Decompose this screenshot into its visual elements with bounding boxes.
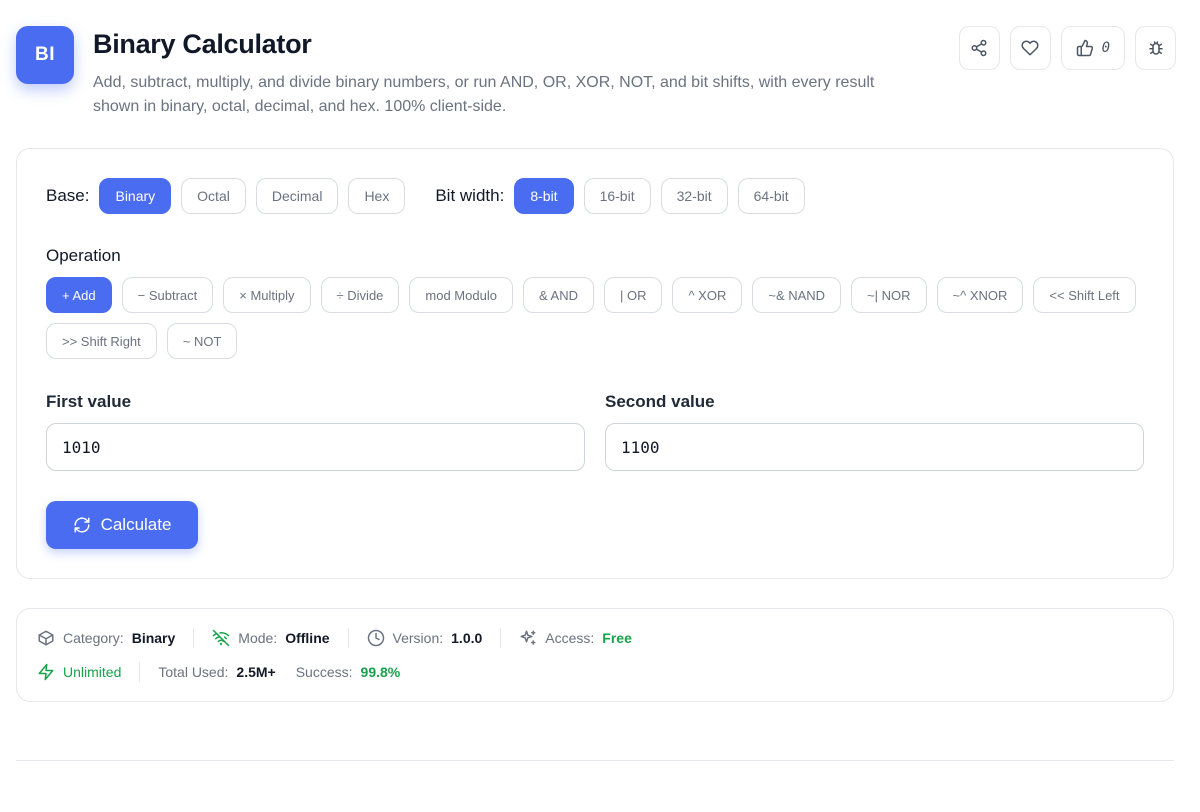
meta-total-used: Total Used: 2.5M+ xyxy=(158,664,276,680)
first-value-label: First value xyxy=(46,392,132,411)
meta-success: Success: 99.8% xyxy=(295,664,401,680)
sparkles-icon xyxy=(520,630,536,645)
like-count: 0 xyxy=(1101,40,1110,56)
op-xor[interactable]: ^ XOR xyxy=(672,277,743,313)
share-button[interactable] xyxy=(958,26,1000,70)
operation-list: + Add − Subtract × Multiply ÷ Divide mod… xyxy=(46,277,1146,359)
meta-category: Category: Binary xyxy=(37,628,195,648)
second-value-input[interactable] xyxy=(605,423,1144,471)
base-label: Base: xyxy=(46,186,90,205)
zap-icon xyxy=(38,663,54,681)
base-option-decimal[interactable]: Decimal xyxy=(255,178,339,214)
thumbs-up-icon xyxy=(1076,39,1093,57)
op-divide[interactable]: ÷ Divide xyxy=(320,277,400,313)
meta-mode: Mode: Offline xyxy=(212,628,349,648)
op-add[interactable]: + Add xyxy=(46,277,112,313)
op-multiply[interactable]: × Multiply xyxy=(223,277,311,313)
op-nand[interactable]: ~& NAND xyxy=(752,277,842,313)
heart-icon xyxy=(1021,40,1039,56)
bit-width-64[interactable]: 64-bit xyxy=(737,178,805,214)
meta-row-2: Unlimited Total Used: 2.5M+ Success: 99.… xyxy=(37,662,420,682)
first-value-input[interactable] xyxy=(46,423,585,471)
page-title: Binary Calculator xyxy=(93,29,312,59)
meta-row-1: Category: Binary Mode: Offline Version: … xyxy=(37,628,668,648)
calculator-card: Base: Binary Octal Decimal Hex Bit width… xyxy=(16,148,1174,579)
op-nor[interactable]: ~| NOR xyxy=(851,277,927,313)
op-and[interactable]: & AND xyxy=(522,277,594,313)
op-shift-right[interactable]: >> Shift Right xyxy=(46,323,157,359)
bug-icon xyxy=(1148,41,1163,55)
box-icon xyxy=(38,630,54,646)
like-button[interactable]: 0 xyxy=(1060,26,1125,70)
op-not[interactable]: ~ NOT xyxy=(166,323,238,359)
page-description: Add, subtract, multiply, and divide bina… xyxy=(93,74,875,115)
meta-access: Access: Free xyxy=(519,628,650,648)
refresh-icon xyxy=(74,517,90,533)
bit-width-16[interactable]: 16-bit xyxy=(583,178,651,214)
base-option-binary[interactable]: Binary xyxy=(99,178,172,214)
wifi-off-icon xyxy=(213,629,230,647)
bottom-divider xyxy=(16,760,1174,761)
meta-unlimited: Unlimited xyxy=(37,662,141,682)
base-option-hex[interactable]: Hex xyxy=(348,178,406,214)
second-value-label: Second value xyxy=(605,392,715,411)
tool-logo: BI xyxy=(16,26,74,84)
bit-width-8[interactable]: 8-bit xyxy=(514,178,574,214)
calculate-label: Calculate xyxy=(100,515,172,534)
tool-header: BI Binary Calculator Add, subtract, mult… xyxy=(16,26,1176,126)
calculate-button[interactable]: Calculate xyxy=(46,501,198,549)
share-icon xyxy=(971,39,987,57)
bit-width-32[interactable]: 32-bit xyxy=(660,178,728,214)
base-option-octal[interactable]: Octal xyxy=(181,178,246,214)
favorite-button[interactable] xyxy=(1009,26,1051,70)
tool-meta-card: Category: Binary Mode: Offline Version: … xyxy=(16,608,1174,702)
op-modulo[interactable]: mod Modulo xyxy=(409,277,513,313)
clock-icon xyxy=(367,629,384,647)
meta-version: Version: 1.0.0 xyxy=(367,628,502,648)
bit-width-label: Bit width: xyxy=(435,186,505,205)
op-subtract[interactable]: − Subtract xyxy=(121,277,214,313)
header-actions: 0 xyxy=(958,26,1176,70)
op-xnor[interactable]: ~^ XNOR xyxy=(936,277,1024,313)
report-bug-button[interactable] xyxy=(1135,26,1176,70)
op-or[interactable]: | OR xyxy=(603,277,663,313)
op-shift-left[interactable]: << Shift Left xyxy=(1033,277,1136,313)
operation-label: Operation xyxy=(46,246,121,265)
base-selector: Base: Binary Octal Decimal Hex Bit width… xyxy=(46,178,815,214)
